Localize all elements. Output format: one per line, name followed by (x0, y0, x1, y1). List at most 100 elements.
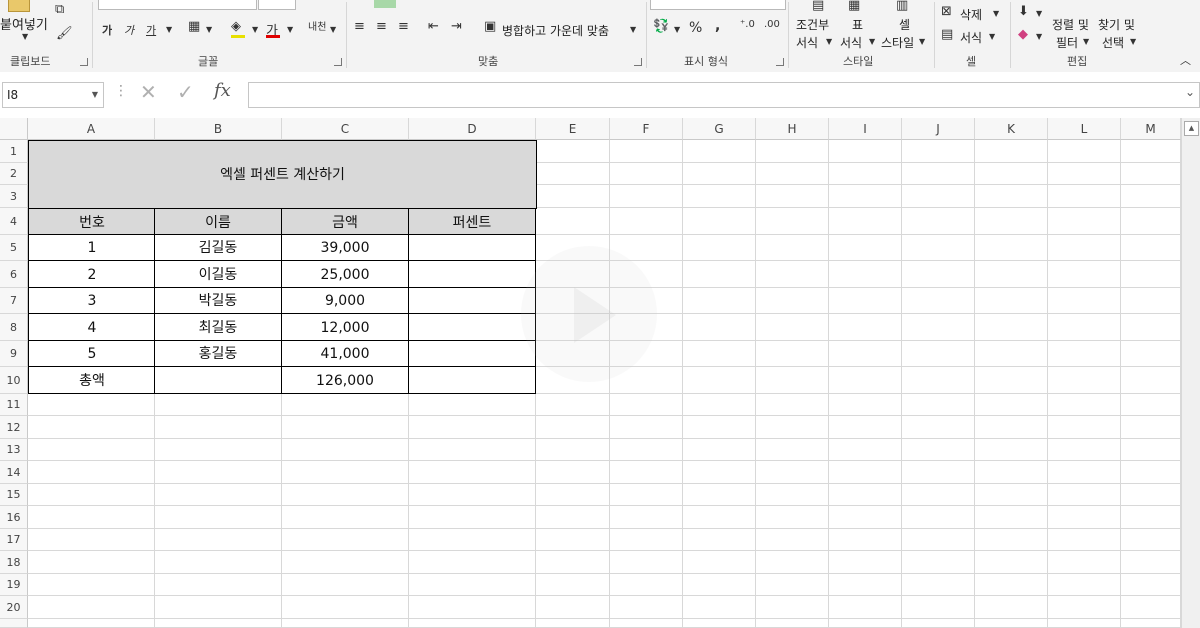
row-header-19[interactable]: 19 (0, 574, 28, 596)
sort-filter-label-2[interactable]: 필터 (1056, 34, 1078, 51)
column-header-m[interactable]: M (1121, 118, 1181, 140)
data-cell[interactable]: 9,000 (281, 287, 409, 314)
paste-icon[interactable] (8, 0, 30, 12)
row-header-1[interactable]: 1 (0, 140, 28, 163)
sort-dropdown-icon[interactable]: ▼ (1083, 37, 1089, 46)
insert-function-icon[interactable]: fx (214, 80, 231, 101)
clipboard-launcher-icon[interactable] (80, 58, 88, 66)
conditional-dropdown-icon[interactable]: ▼ (826, 37, 832, 46)
decrease-decimal-icon[interactable]: .00 (764, 19, 780, 30)
fill-dropdown-icon[interactable]: ▼ (1036, 9, 1042, 18)
data-cell[interactable]: 홍길동 (154, 340, 282, 367)
row-header-6[interactable]: 6 (0, 261, 28, 288)
fill-dropdown-icon[interactable]: ▼ (252, 25, 258, 34)
header-cell[interactable]: 퍼센트 (408, 208, 536, 236)
data-cell[interactable]: 최길동 (154, 313, 282, 341)
find-select-label-2[interactable]: 선택 (1102, 34, 1124, 51)
row-header-4[interactable]: 4 (0, 208, 28, 235)
column-header-i[interactable]: I (829, 118, 902, 140)
row-header-18[interactable]: 18 (0, 551, 28, 574)
data-cell[interactable] (408, 234, 536, 261)
conditional-format-icon[interactable]: ▤ (812, 0, 824, 13)
column-header-d[interactable]: D (409, 118, 536, 140)
font-size-select[interactable] (258, 0, 296, 10)
fill-color-icon[interactable]: ◈ (231, 19, 241, 34)
merge-center-button[interactable]: 병합하고 가운데 맞춤 (502, 22, 609, 39)
scroll-up-icon[interactable]: ▲ (1184, 121, 1199, 136)
data-cell[interactable]: 39,000 (281, 234, 409, 261)
conditional-format-label-2[interactable]: 서식 (796, 34, 818, 51)
column-header-b[interactable]: B (155, 118, 282, 140)
font-name-select[interactable] (98, 0, 257, 10)
format-dropdown-icon[interactable]: ▼ (989, 32, 995, 41)
enter-icon[interactable]: ✓ (177, 80, 194, 104)
row-header-7[interactable]: 7 (0, 288, 28, 314)
merge-center-icon[interactable]: ▣ (484, 19, 496, 34)
delete-cells-button[interactable]: 삭제 (960, 6, 982, 23)
delete-cells-icon[interactable]: ⊠ (941, 4, 952, 19)
data-cell[interactable]: 김길동 (154, 234, 282, 261)
underline-button[interactable]: 가 (146, 22, 156, 38)
data-cell[interactable]: 25,000 (281, 260, 409, 288)
column-header-j[interactable]: J (902, 118, 975, 140)
find-dropdown-icon[interactable]: ▼ (1130, 37, 1136, 46)
table-format-label-2[interactable]: 서식 (840, 34, 862, 51)
cell-styles-label-2[interactable]: 스타일 (881, 34, 914, 51)
table-dropdown-icon[interactable]: ▼ (869, 37, 875, 46)
row-header-14[interactable]: 14 (0, 461, 28, 484)
increase-indent-icon[interactable]: ⇥ (451, 19, 462, 34)
cell-styles-icon[interactable]: ▥ (896, 0, 908, 13)
format-cells-button[interactable]: 서식 (960, 29, 982, 46)
accounting-format-icon[interactable]: 💱 (653, 19, 669, 34)
row-header-8[interactable]: 8 (0, 314, 28, 341)
row-header-21[interactable] (0, 619, 28, 628)
column-header-f[interactable]: F (610, 118, 683, 140)
title-cell[interactable]: 엑셀 퍼센트 계산하기 (28, 140, 537, 209)
table-format-icon[interactable]: ▦ (848, 0, 860, 13)
data-cell[interactable]: 12,000 (281, 313, 409, 341)
data-cell[interactable]: 5 (28, 340, 156, 367)
row-header-3[interactable]: 3 (0, 185, 28, 208)
number-format-select[interactable] (650, 0, 786, 10)
accounting-dropdown-icon[interactable]: ▼ (674, 25, 680, 34)
clear-icon[interactable]: ◆ (1018, 27, 1028, 42)
fill-icon[interactable]: ⬇ (1018, 4, 1029, 19)
delete-dropdown-icon[interactable]: ▼ (993, 9, 999, 18)
row-header-2[interactable]: 2 (0, 163, 28, 185)
row-header-20[interactable]: 20 (0, 596, 28, 619)
row-header-11[interactable]: 11 (0, 394, 28, 416)
table-format-label-1[interactable]: 표 (852, 16, 863, 33)
conditional-format-label-1[interactable]: 조건부 (796, 16, 829, 33)
column-header-a[interactable]: A (28, 118, 155, 140)
copy-icon[interactable]: ⧉ (55, 2, 64, 17)
clear-dropdown-icon[interactable]: ▼ (1036, 32, 1042, 41)
row-header-12[interactable]: 12 (0, 416, 28, 439)
align-right-icon[interactable]: ≡ (398, 19, 409, 34)
decrease-indent-icon[interactable]: ⇤ (428, 19, 439, 34)
row-header-5[interactable]: 5 (0, 235, 28, 261)
find-select-label-1[interactable]: 찾기 및 (1098, 16, 1135, 33)
merge-dropdown-icon[interactable]: ▼ (630, 25, 636, 34)
row-header-10[interactable]: 10 (0, 367, 28, 394)
data-cell[interactable]: 41,000 (281, 340, 409, 367)
column-header-k[interactable]: K (975, 118, 1048, 140)
cell-styles-dropdown-icon[interactable]: ▼ (919, 37, 925, 46)
align-left-icon[interactable]: ≡ (354, 19, 365, 34)
align-center-icon[interactable]: ≡ (376, 19, 387, 34)
data-cell[interactable]: 4 (28, 313, 156, 341)
total-cell[interactable]: 총액 (28, 366, 156, 394)
data-cell[interactable] (408, 313, 536, 341)
formula-bar-grip-icon[interactable]: ⋮ (114, 83, 128, 99)
phonetic-button[interactable]: 내천 (308, 18, 326, 33)
row-header-13[interactable]: 13 (0, 439, 28, 461)
bold-button[interactable]: 가 (102, 22, 112, 38)
data-cell[interactable]: 박길동 (154, 287, 282, 314)
data-cell[interactable]: 1 (28, 234, 156, 261)
data-cell[interactable]: 3 (28, 287, 156, 314)
data-cell[interactable]: 이길동 (154, 260, 282, 288)
total-cell[interactable] (154, 366, 282, 394)
column-header-h[interactable]: H (756, 118, 829, 140)
header-cell[interactable]: 번호 (28, 208, 156, 236)
name-box[interactable]: I8 ▼ (2, 82, 104, 108)
total-cell[interactable]: 126,000 (281, 366, 409, 394)
